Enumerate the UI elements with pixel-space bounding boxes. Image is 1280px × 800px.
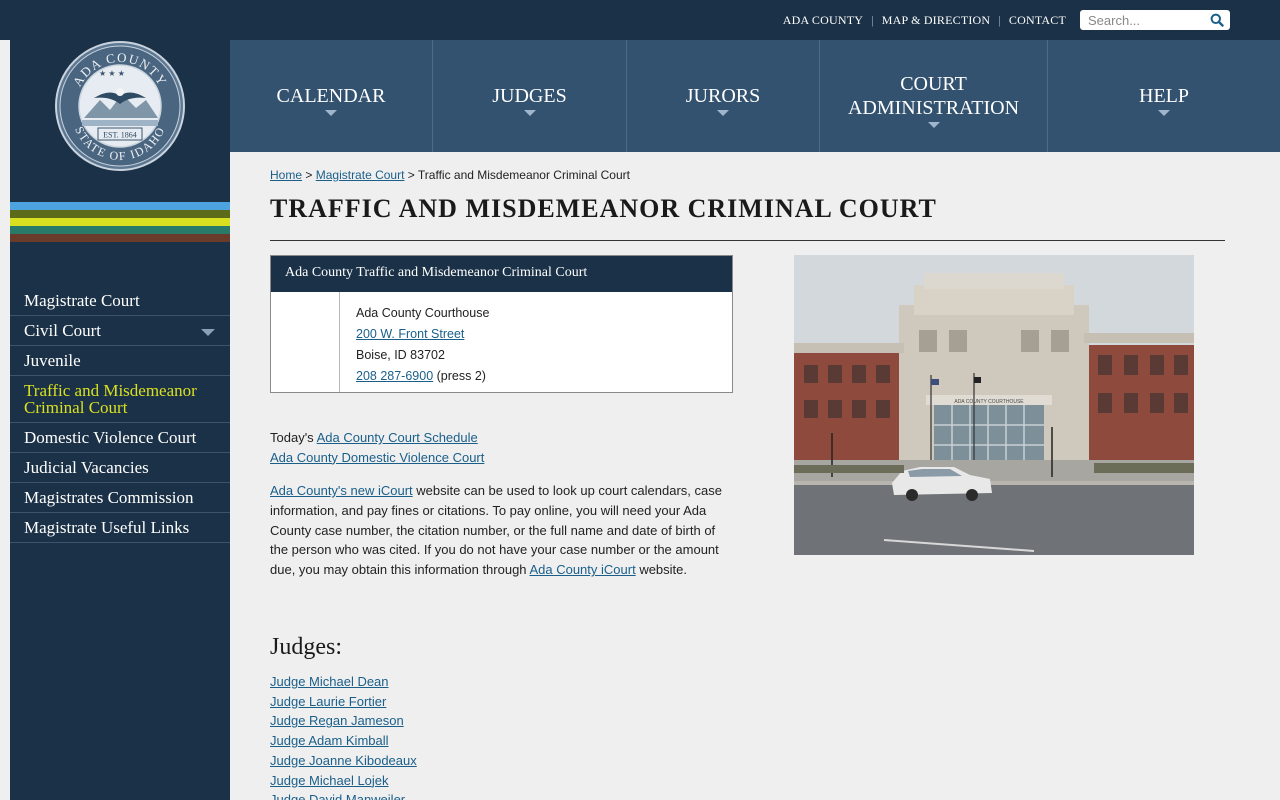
chevron-down-icon (927, 122, 940, 128)
judge-link[interactable]: Judge Michael Lojek (270, 771, 417, 791)
sidebar-item-juvenile[interactable]: Juvenile (10, 346, 230, 376)
nav-court-administration[interactable]: COURT ADMINISTRATION (820, 40, 1048, 152)
judge-link[interactable]: Judge Michael Dean (270, 672, 417, 692)
breadcrumb-separator: > (305, 168, 313, 182)
chevron-down-icon (717, 110, 729, 116)
nav-label: JURORS (685, 85, 761, 107)
top-bar: ADA COUNTY | MAP & DIRECTION | CONTACT (0, 0, 1280, 40)
nav-label: JUDGES (492, 85, 567, 107)
info-box-body: Ada County Courthouse 200 W. Front Stree… (271, 292, 732, 392)
address-block: Ada County Courthouse 200 W. Front Stree… (356, 303, 489, 387)
nav-jurors[interactable]: JURORS (627, 40, 820, 152)
street-address-link[interactable]: 200 W. Front Street (356, 327, 464, 341)
contact-info-box: Ada County Traffic and Misdemeanor Crimi… (270, 255, 733, 393)
city-state-zip: Boise, ID 83702 (356, 348, 445, 362)
sidebar-item-label: Traffic and Misdemeanor Criminal Court (24, 381, 197, 417)
sidebar-item-label: Magistrate Court (24, 291, 140, 310)
chevron-down-icon[interactable] (201, 329, 215, 336)
divider: | (871, 13, 874, 27)
svg-text:EST. 1864: EST. 1864 (103, 131, 137, 140)
schedule-links: Today's Ada County Court Schedule Ada Co… (270, 428, 735, 468)
judges-list: Judge Michael Dean Judge Laurie Fortier … (270, 672, 417, 800)
sidebar-item-traffic-misdemeanor[interactable]: Traffic and Misdemeanor Criminal Court (10, 376, 230, 423)
stripe (10, 202, 230, 210)
sidebar-item-label: Domestic Violence Court (24, 428, 197, 447)
sidebar-item-magistrate-court[interactable]: Magistrate Court (10, 286, 230, 316)
breadcrumb-separator: > (407, 168, 415, 182)
stripe (10, 234, 230, 242)
judge-link[interactable]: Judge Joanne Kibodeaux (270, 751, 417, 771)
search-box (1080, 10, 1230, 30)
sidebar-item-label: Magistrates Commission (24, 488, 194, 507)
stripe (10, 218, 230, 226)
judge-link[interactable]: Judge Regan Jameson (270, 711, 417, 731)
ada-county-seal-logo[interactable]: ADA COUNTY STATE OF IDAHO ★ ★ ★ EST. 186… (54, 40, 186, 172)
nav-label: COURT ADMINISTRATION (847, 73, 1020, 119)
sidebar-item-magistrates-commission[interactable]: Magistrates Commission (10, 483, 230, 513)
breadcrumb-home-link[interactable]: Home (270, 168, 302, 182)
building-name: Ada County Courthouse (356, 306, 490, 320)
courthouse-photo: ADA COUNTY COURTHOUSE (794, 255, 1194, 555)
icourt-paragraph: Ada County's new iCourt website can be u… (270, 481, 735, 580)
main-navigation: CALENDAR JUDGES JURORS COURT ADMINISTRAT… (230, 40, 1280, 152)
nav-judges[interactable]: JUDGES (433, 40, 627, 152)
phone-note: (press 2) (436, 369, 486, 383)
chevron-down-icon (523, 110, 536, 116)
map-direction-link[interactable]: MAP & DIRECTION (882, 13, 991, 28)
sidebar-item-label: Judicial Vacancies (24, 458, 149, 477)
side-navigation: Magistrate Court Civil Court Juvenile Tr… (10, 286, 230, 543)
icourt-link-2[interactable]: Ada County iCourt (529, 562, 635, 577)
icourt-link[interactable]: Ada County's new iCourt (270, 483, 413, 498)
breadcrumb: Home > Magistrate Court > Traffic and Mi… (270, 168, 630, 182)
sidebar-item-judicial-vacancies[interactable]: Judicial Vacancies (10, 453, 230, 483)
judge-link[interactable]: Judge Adam Kimball (270, 731, 417, 751)
divider: | (998, 13, 1001, 27)
judge-link[interactable]: Judge David Manweiler (270, 790, 417, 800)
left-column: ADA COUNTY STATE OF IDAHO ★ ★ ★ EST. 186… (10, 40, 230, 800)
sidebar-item-label: Civil Court (24, 321, 101, 340)
stripe (10, 210, 230, 218)
breadcrumb-current: Traffic and Misdemeanor Criminal Court (417, 168, 630, 182)
courthouse-sign: ADA COUNTY COURTHOUSE (954, 399, 1024, 405)
phone-link[interactable]: 208 287-6900 (356, 369, 433, 383)
icourt-text-end: website. (639, 562, 688, 578)
sidebar-item-domestic-violence[interactable]: Domestic Violence Court (10, 423, 230, 453)
nav-calendar[interactable]: CALENDAR (230, 40, 433, 152)
sidebar-item-label: Magistrate Useful Links (24, 518, 190, 537)
contact-link[interactable]: CONTACT (1009, 13, 1066, 28)
judges-heading: Judges: (270, 634, 342, 660)
search-icon[interactable] (1210, 13, 1224, 27)
search-input[interactable] (1080, 10, 1200, 30)
sidebar-item-civil-court[interactable]: Civil Court (10, 316, 230, 346)
info-box-header: Ada County Traffic and Misdemeanor Crimi… (271, 256, 732, 292)
chevron-down-icon (325, 110, 337, 116)
utility-links: ADA COUNTY | MAP & DIRECTION | CONTACT (783, 13, 1066, 28)
judge-link[interactable]: Judge Laurie Fortier (270, 692, 417, 712)
nav-help[interactable]: HELP (1048, 40, 1280, 152)
page-title: TRAFFIC AND MISDEMEANOR CRIMINAL COURT (270, 194, 937, 223)
breadcrumb-magistrate-link[interactable]: Magistrate Court (316, 168, 405, 182)
ada-county-link[interactable]: ADA COUNTY (783, 13, 863, 28)
sidebar-item-useful-links[interactable]: Magistrate Useful Links (10, 513, 230, 543)
chevron-down-icon (1158, 110, 1170, 116)
color-stripes (10, 202, 230, 242)
info-box-image-cell (271, 292, 340, 392)
stripe (10, 226, 230, 234)
domestic-violence-link[interactable]: Ada County Domestic Violence Court (270, 450, 484, 465)
nav-label: HELP (1139, 85, 1189, 107)
sidebar-item-label: Juvenile (24, 351, 81, 370)
schedule-prefix: Today's (270, 430, 314, 445)
title-divider (270, 240, 1225, 241)
svg-text:★ ★ ★: ★ ★ ★ (99, 69, 125, 78)
nav-label: CALENDAR (276, 85, 386, 107)
court-schedule-link[interactable]: Ada County Court Schedule (317, 430, 478, 445)
